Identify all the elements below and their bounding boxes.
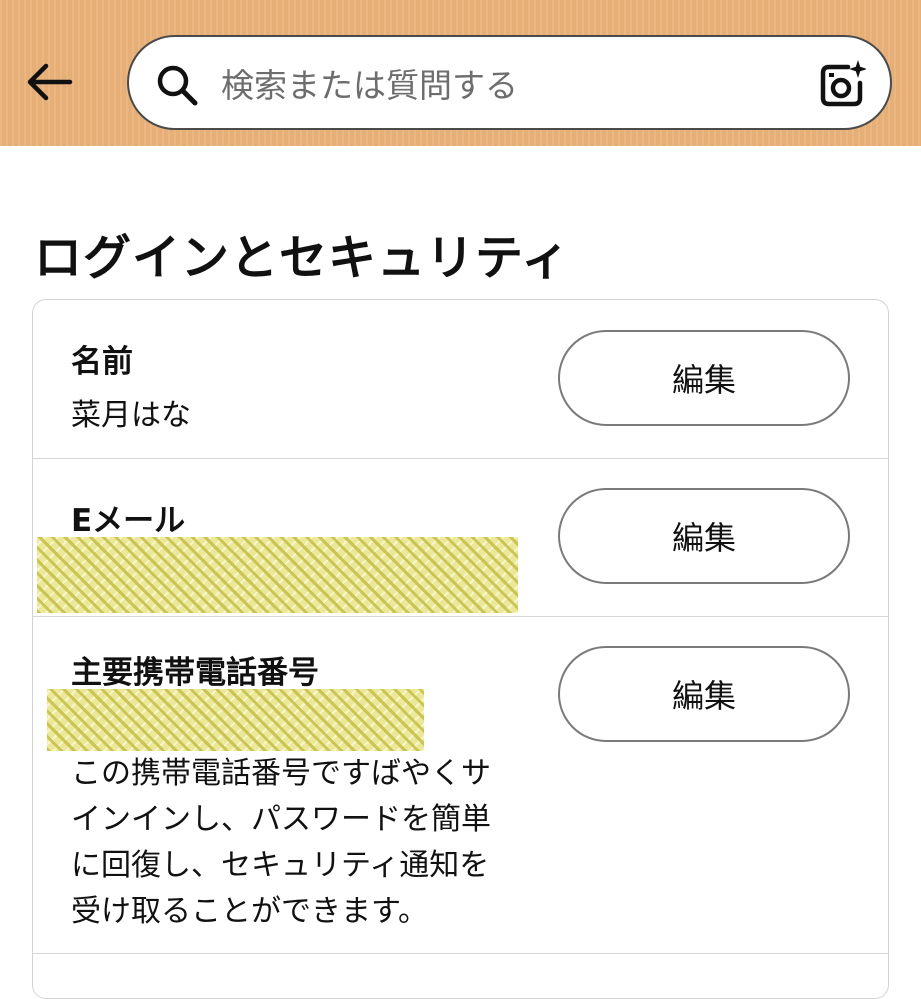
phone-row: 主要携帯電話番号 この携帯電話番号ですばやくサ インインし、パスワードを簡単 に…	[33, 616, 888, 954]
back-button[interactable]	[22, 55, 76, 109]
name-label: 名前	[71, 344, 133, 380]
edit-name-button[interactable]: 編集	[558, 330, 850, 426]
page-title: ログインとセキュリティ	[34, 230, 571, 286]
email-label: Eメール	[71, 503, 186, 539]
arrow-left-icon	[27, 63, 73, 101]
name-row: 名前 菜月はな 編集	[33, 300, 888, 458]
camera-sparkle-icon[interactable]	[818, 59, 866, 107]
description-line: に回復し、セキュリティ通知を	[71, 848, 490, 883]
email-row: Eメール 編集	[33, 458, 888, 617]
name-value: 菜月はな	[71, 398, 191, 433]
edit-phone-button[interactable]: 編集	[558, 646, 850, 742]
search-bar[interactable]	[127, 35, 892, 130]
phone-label: 主要携帯電話番号	[71, 655, 319, 691]
search-icon[interactable]	[155, 63, 199, 107]
settings-card: 名前 菜月はな 編集 Eメール 編集 主要携帯電話番号 この携帯電話番号ですばや…	[32, 299, 889, 999]
description-line: インインし、パスワードを簡単	[71, 802, 491, 837]
phone-value-redacted	[47, 689, 424, 751]
email-value-redacted	[37, 537, 518, 613]
search-input[interactable]	[219, 55, 803, 115]
description-line: この携帯電話番号ですばやくサ	[71, 756, 491, 791]
top-bar	[0, 0, 921, 146]
edit-email-button[interactable]: 編集	[558, 488, 850, 584]
description-line: 受け取ることができます。	[71, 894, 428, 929]
phone-description: この携帯電話番号ですばやくサ インインし、パスワードを簡単 に回復し、セキュリテ…	[71, 751, 521, 935]
